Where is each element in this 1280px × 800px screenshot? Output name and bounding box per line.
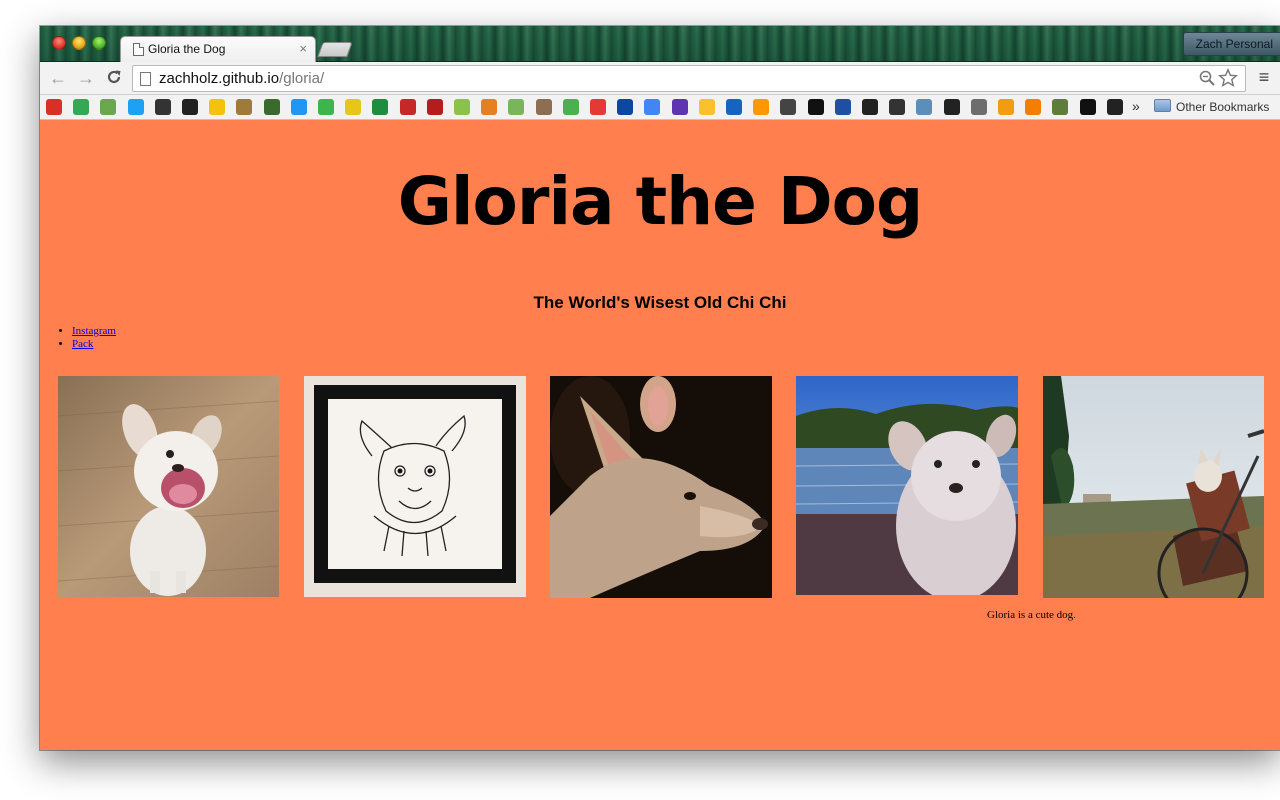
instagram-link[interactable]: Instagram (72, 325, 116, 337)
minimize-window-button[interactable] (72, 36, 86, 50)
page-icon (140, 72, 151, 86)
pack-link[interactable]: Pack (72, 338, 93, 350)
folder-icon[interactable] (1154, 99, 1171, 112)
address-bar[interactable]: zachholz.github.io/gloria/ (132, 65, 1246, 92)
maps-icon[interactable] (73, 99, 90, 115)
profile-button[interactable]: Zach Personal (1182, 32, 1280, 56)
bucket-icon[interactable] (834, 99, 851, 115)
list-item: Pack (72, 338, 116, 351)
menu-icon[interactable]: ≡ (1256, 67, 1272, 87)
w-icon[interactable] (426, 99, 443, 115)
arc-icon[interactable] (454, 99, 470, 115)
kmhd-icon[interactable] (345, 99, 362, 115)
blue-square-icon[interactable] (290, 99, 307, 115)
fedex-icon[interactable] (671, 99, 688, 115)
github-icon[interactable] (1106, 99, 1123, 115)
google-icon[interactable] (644, 99, 661, 115)
cloud-icon[interactable] (562, 99, 579, 115)
new-tab-button[interactable] (317, 42, 353, 57)
sheets-icon[interactable] (372, 99, 389, 115)
wikipedia-icon[interactable] (780, 99, 797, 115)
greenhouse-icon[interactable] (1052, 99, 1069, 115)
mailchimp-icon[interactable] (535, 99, 552, 115)
page-subtitle: The World's Wisest Old Chi Chi (533, 293, 787, 312)
browser-window: Gloria the Dog × Zach Personal ← → zachh… (40, 26, 1280, 750)
dog-bike-photo (1043, 376, 1264, 598)
other-bookmarks-label[interactable]: Other Bookmarks (1176, 100, 1269, 114)
back-icon[interactable]: ← (48, 68, 68, 88)
tab-close-icon[interactable]: × (299, 41, 307, 56)
plus-icon[interactable] (182, 99, 198, 115)
circle-icon[interactable] (209, 99, 226, 115)
zoom-window-button[interactable] (92, 36, 106, 50)
page-title: Gloria the Dog (397, 163, 923, 240)
url-host: zachholz.github.io (159, 70, 280, 87)
blogger-icon[interactable] (1025, 99, 1042, 115)
toolbar: ← → zachholz.github.io/gloria/ ≡ (40, 62, 1280, 95)
p-icon[interactable] (998, 99, 1014, 115)
dog-drawing-photo (304, 376, 526, 597)
url-text[interactable]: zachholz.github.io/gloria/ (159, 70, 324, 87)
o-icon[interactable] (807, 99, 824, 115)
dog-profile-photo (550, 376, 772, 598)
page-icon (133, 43, 144, 56)
tl-icon[interactable] (617, 99, 634, 115)
link-list: Instagram Pack (72, 325, 116, 351)
photo-caption: Gloria is a cute dog. (987, 609, 1076, 621)
tab-title: Gloria the Dog (148, 42, 226, 56)
tab-gloria[interactable]: Gloria the Dog × (120, 36, 316, 63)
bookmarks-bar: » Other Bookmarks (40, 95, 1280, 120)
shape-icon[interactable] (916, 99, 933, 115)
trees-icon[interactable] (263, 99, 280, 115)
zoom-icon[interactable] (1199, 70, 1215, 90)
dog-photo-1 (58, 376, 279, 597)
bike-icon[interactable] (943, 99, 960, 115)
dog-lake-photo (796, 376, 1018, 595)
web-page: Gloria the Dog The World's Wisest Old Ch… (40, 121, 1280, 750)
reload-icon[interactable] (104, 68, 124, 88)
ups-icon[interactable] (753, 99, 770, 115)
runner-icon[interactable] (889, 99, 906, 115)
os-icon[interactable] (399, 99, 416, 115)
forward-icon[interactable]: → (76, 68, 96, 88)
hands-icon[interactable] (970, 99, 987, 115)
gmail-icon[interactable] (46, 99, 62, 115)
evernote-icon[interactable] (318, 99, 334, 115)
usps-icon[interactable] (726, 99, 742, 115)
android-icon[interactable] (100, 99, 117, 115)
tab-strip: Gloria the Dog × Zach Personal (40, 26, 1280, 63)
target-icon[interactable] (590, 99, 606, 115)
dhl-icon[interactable] (698, 99, 715, 115)
black-square-icon[interactable] (1079, 99, 1096, 115)
url-path: /gloria/ (279, 70, 325, 87)
twitter-icon[interactable] (127, 99, 144, 115)
goodreads-icon[interactable] (236, 99, 253, 115)
nyt-icon[interactable] (862, 99, 878, 115)
bookmark-star-icon[interactable] (1217, 68, 1239, 93)
list-item: Instagram (72, 325, 116, 338)
shopify-icon[interactable] (508, 99, 525, 115)
bookmarks-overflow-icon[interactable]: » (1132, 98, 1140, 114)
disqus-icon[interactable] (154, 99, 171, 115)
squirrel-icon[interactable] (481, 99, 498, 115)
close-window-button[interactable] (52, 36, 66, 50)
